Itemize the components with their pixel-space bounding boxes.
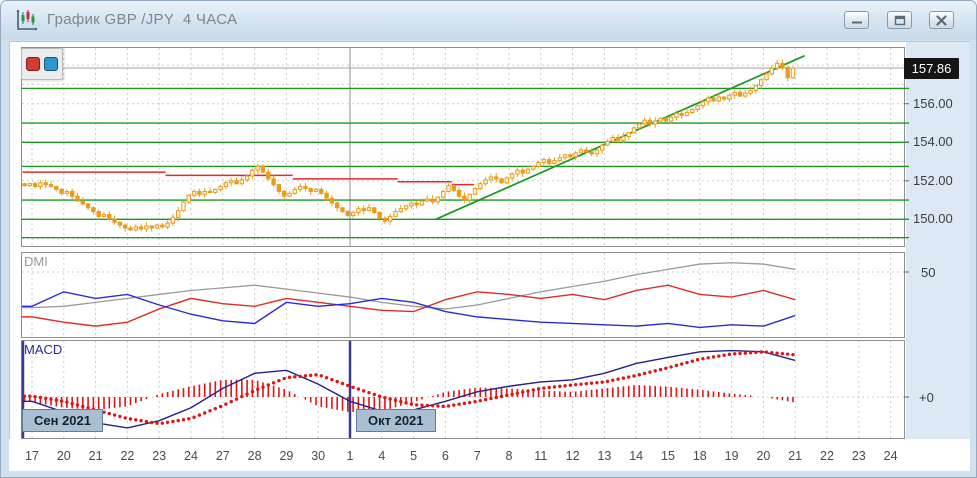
date-axis-label: 30 (311, 449, 326, 463)
price-axis-label: 150.00 (913, 211, 953, 227)
mini-toolbar (21, 48, 63, 80)
price-axis-label: 156.00 (913, 95, 953, 111)
date-axis-label: 4 (378, 449, 386, 463)
date-axis-label: 22 (820, 449, 834, 463)
date-axis-label: 13 (597, 449, 612, 463)
close-icon (936, 14, 947, 26)
macd-indicator-label: MACD (24, 342, 63, 357)
date-axis-label: 23 (152, 449, 167, 463)
date-axis-label: 15 (661, 449, 675, 463)
date-axis-label: 6 (441, 449, 449, 463)
date-axis-label: 18 (692, 449, 707, 463)
minimize-button[interactable] (844, 11, 869, 29)
date-axis-label: 29 (279, 449, 294, 463)
app-window: График GBP /JPY 4 ЧАСА DMI MACD Сен 2021… (0, 0, 977, 478)
price-axis-label: 152.00 (913, 172, 953, 188)
dmi-axis-label: 50 (921, 265, 936, 280)
chart-app-icon (16, 9, 38, 31)
date-axis-label: 21 (788, 449, 803, 463)
date-axis-label: 1 (346, 449, 354, 463)
dmi-indicator-label: DMI (24, 254, 48, 269)
date-axis-label: 8 (505, 449, 513, 463)
date-axis-label: 7 (473, 449, 481, 463)
date-axis-label: 12 (565, 449, 580, 463)
month-label-september: Сен 2021 (22, 409, 104, 432)
dmi-panel[interactable] (21, 252, 905, 338)
minimize-icon (851, 21, 862, 24)
date-axis-label: 17 (25, 449, 39, 463)
date-axis-label: 20 (56, 449, 71, 463)
date-axis-label: 28 (247, 449, 262, 463)
close-button[interactable] (929, 11, 954, 29)
price-panel[interactable] (21, 47, 905, 247)
date-axis-label: 22 (120, 449, 135, 463)
restore-button[interactable] (887, 11, 912, 29)
date-axis-label: 20 (756, 449, 771, 463)
window-title: График GBP /JPY 4 ЧАСА (47, 11, 238, 28)
date-axis: 17 20 21 22 23 24 27 28 29 30 1 4 5 6 7 8 11 12 13 14 15 18 19… (9, 439, 970, 471)
month-label-october: Окт 2021 (356, 409, 436, 432)
date-axis-label: 24 (883, 449, 898, 463)
date-axis-label: 24 (184, 449, 198, 463)
macd-panel[interactable] (21, 340, 905, 439)
date-axis-label: 11 (534, 449, 548, 463)
macd-axis-label: +0 (919, 390, 934, 405)
date-axis-label: 27 (215, 449, 230, 463)
date-axis-label: 19 (724, 449, 739, 463)
date-axis-label: 5 (410, 449, 418, 463)
date-axis-label: 21 (88, 449, 103, 463)
date-axis-label: 23 (851, 449, 866, 463)
price-axis-label: 154.00 (913, 134, 953, 150)
title-bar[interactable]: График GBP /JPY 4 ЧАСА (1, 1, 976, 40)
red-marker-button[interactable] (26, 57, 40, 71)
restore-icon (894, 15, 905, 25)
blue-marker-button[interactable] (44, 57, 58, 71)
current-price-badge: 157.86 (904, 58, 959, 79)
date-axis-label: 14 (629, 449, 644, 463)
